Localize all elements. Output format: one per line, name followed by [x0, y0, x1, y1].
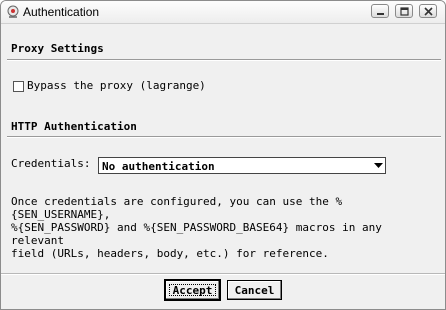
bypass-proxy-label[interactable]: Bypass the proxy (lagrange) [27, 79, 206, 92]
close-icon [424, 7, 433, 16]
cancel-button[interactable]: Cancel [227, 280, 282, 300]
dialog-content: Proxy Settings Bypass the proxy (lagrang… [1, 24, 445, 309]
section-divider [7, 136, 441, 138]
window-title: Authentication [23, 5, 100, 19]
chevron-down-icon [374, 163, 383, 168]
focus-ring [169, 284, 216, 296]
http-authentication-heading: HTTP Authentication [11, 120, 137, 133]
help-text: Once credentials are configured, you can… [11, 195, 382, 260]
credentials-selected-value: No authentication [102, 160, 215, 173]
close-button[interactable] [419, 4, 437, 18]
authentication-window: Authentication Proxy Settings Bypass the… [0, 0, 446, 310]
bypass-proxy-checkbox[interactable] [13, 81, 24, 92]
credentials-label: Credentials: [11, 157, 91, 170]
accept-button[interactable]: Accept [164, 279, 221, 301]
section-divider [7, 59, 441, 61]
maximize-button[interactable] [395, 4, 413, 18]
minimize-icon [377, 13, 384, 15]
minimize-button[interactable] [371, 4, 389, 18]
title-bar: Authentication [1, 1, 445, 24]
footer-divider [1, 273, 445, 275]
maximize-icon [400, 7, 409, 16]
app-icon [5, 4, 21, 20]
credentials-select[interactable]: No authentication [98, 157, 386, 174]
proxy-settings-heading: Proxy Settings [11, 42, 104, 55]
